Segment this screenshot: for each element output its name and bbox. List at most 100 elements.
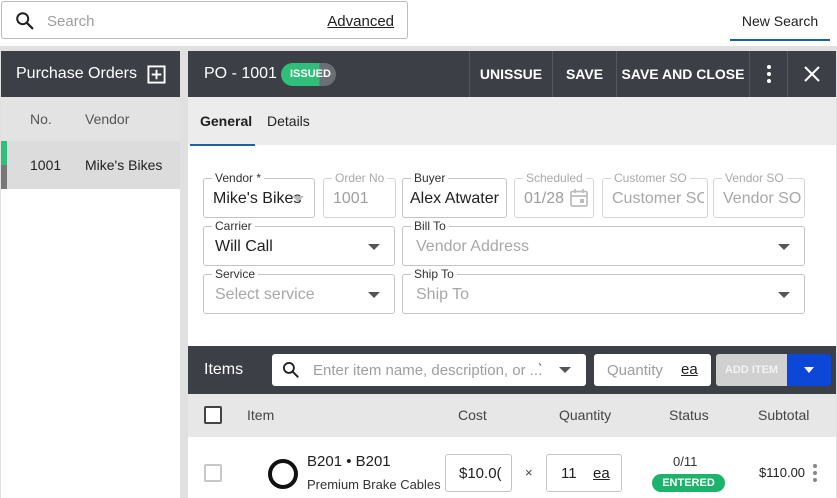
service-select[interactable]: Service Select service: [203, 268, 395, 314]
column-header-subtotal: Subtotal: [758, 407, 810, 423]
column-header-status: Status: [669, 407, 709, 423]
page-title: PO - 1001: [204, 65, 277, 82]
service-placeholder: Select service: [215, 286, 315, 303]
chevron-down-icon[interactable]: [559, 367, 571, 373]
vendor-so-field[interactable]: Vendor SO Vendor SO: [713, 172, 805, 218]
search-placeholder: Search: [47, 13, 95, 30]
chevron-down-icon: [368, 292, 380, 298]
item-search-input[interactable]: Enter item name, description, or ... `: [272, 354, 586, 386]
vendor-label: Vendor *: [212, 172, 265, 185]
row-subtotal: $110.00: [759, 465, 806, 480]
select-all-checkbox[interactable]: [204, 406, 222, 424]
received-count: 0/11: [673, 454, 698, 469]
purchase-orders-header: Purchase Orders: [1, 51, 180, 97]
column-header-vendor[interactable]: Vendor: [85, 111, 129, 127]
buyer-label: Buyer: [411, 172, 449, 185]
top-search-bar: Search Advanced New Search: [0, 0, 837, 46]
column-header-item: Item: [247, 407, 275, 423]
item-search-filter[interactable]: `: [538, 361, 542, 376]
chevron-down-icon: [778, 292, 790, 298]
column-header-no[interactable]: No.: [30, 111, 52, 127]
carrier-value: Will Call: [215, 238, 273, 255]
carrier-select[interactable]: Carrier Will Call: [203, 220, 395, 266]
selected-status-marker: [1, 141, 7, 189]
cost-value: $10.0(: [459, 465, 502, 482]
purchase-orders-title: Purchase Orders: [16, 65, 137, 82]
order-no-value: 1001: [333, 190, 369, 207]
calendar-icon[interactable]: [569, 188, 589, 208]
customer-so-field[interactable]: Customer SO Customer SO: [602, 172, 708, 218]
buyer-value: Alex Atwater: [410, 190, 499, 207]
list-item-vendor: Mike's Bikes: [85, 157, 163, 173]
ship-to-label: Ship To: [411, 268, 457, 281]
quantity-input[interactable]: Quantity ea: [594, 354, 711, 386]
add-item-menu-button[interactable]: [787, 354, 831, 386]
add-item-button[interactable]: ADD ITEM: [716, 354, 787, 386]
bill-to-placeholder: Vendor Address: [416, 238, 529, 255]
tab-details[interactable]: Details: [267, 113, 310, 129]
more-actions-button[interactable]: [749, 51, 787, 97]
table-row[interactable]: B201 • B201 Premium Brake Cables $10.0( …: [188, 437, 836, 498]
service-label: Service: [212, 268, 259, 281]
item-description: Premium Brake Cables: [307, 477, 441, 492]
detail-tabs: General Details: [188, 97, 836, 145]
unissue-button[interactable]: UNISSUE: [469, 51, 552, 97]
customer-so-label: Customer SO: [611, 172, 690, 185]
order-no-label: Order No: [332, 172, 388, 185]
item-sku[interactable]: B201 • B201: [307, 453, 391, 470]
vendor-value: Mike's Bikes: [213, 190, 301, 207]
scheduled-value: 01/28: [524, 190, 564, 207]
purchase-orders-panel: Purchase Orders No. Vendor 1001 Mike's B…: [1, 51, 180, 498]
cost-input[interactable]: $10.0(: [445, 454, 512, 492]
multiply-sign: ×: [525, 465, 533, 480]
row-quantity-unit[interactable]: ea: [593, 465, 610, 482]
close-icon: [804, 66, 820, 82]
column-header-quantity: Quantity: [559, 407, 612, 423]
items-table-header: Item Cost Quantity Status Subtotal: [188, 394, 836, 437]
row-checkbox[interactable]: [204, 464, 222, 482]
save-and-close-button[interactable]: SAVE AND CLOSE: [616, 51, 749, 97]
list-item-no: 1001: [30, 157, 62, 173]
save-button[interactable]: SAVE: [552, 51, 616, 97]
chevron-down-icon: [778, 244, 790, 250]
scheduled-label: Scheduled: [523, 172, 586, 185]
active-tab-indicator: [190, 144, 255, 146]
ship-to-placeholder: Ship To: [416, 286, 470, 303]
vendor-select[interactable]: Vendor * Mike's Bikes: [203, 172, 315, 218]
quantity-unit[interactable]: ea: [681, 361, 698, 378]
bill-to-select[interactable]: Bill To Vendor Address: [402, 220, 805, 266]
ship-to-select[interactable]: Ship To Ship To: [402, 268, 805, 314]
status-badge: ENTERED: [652, 474, 725, 492]
quantity-stepper[interactable]: 11 ea: [546, 454, 622, 492]
detail-header: PO - 1001 ISSUED UNISSUE SAVE SAVE AND C…: [188, 51, 836, 97]
purchase-order-detail: PO - 1001 ISSUED UNISSUE SAVE SAVE AND C…: [188, 51, 836, 498]
order-no-field[interactable]: Order No 1001: [323, 172, 396, 218]
chevron-down-icon: [368, 244, 380, 250]
row-quantity-value: 11: [561, 465, 577, 482]
chevron-down-icon: [292, 196, 304, 202]
more-vertical-icon[interactable]: [812, 463, 818, 483]
quantity-placeholder: Quantity: [607, 362, 663, 379]
items-toolbar: Items Enter item name, description, or .…: [188, 346, 836, 394]
global-search-input[interactable]: Search Advanced: [1, 1, 408, 39]
item-thumbnail: [268, 459, 298, 489]
more-vertical-icon: [766, 65, 771, 83]
scheduled-date-field[interactable]: Scheduled 01/28: [514, 172, 594, 218]
advanced-search-link[interactable]: Advanced: [327, 13, 394, 30]
item-search-placeholder: Enter item name, description, or ...: [313, 362, 543, 379]
bill-to-label: Bill To: [411, 220, 449, 233]
add-purchase-order-icon[interactable]: [147, 65, 166, 84]
list-item[interactable]: 1001 Mike's Bikes: [1, 141, 180, 189]
search-icon: [16, 12, 34, 30]
column-header-cost: Cost: [458, 407, 487, 423]
new-search-tab[interactable]: New Search: [730, 3, 830, 41]
items-title: Items: [204, 361, 244, 378]
search-icon: [283, 362, 299, 378]
vendor-so-placeholder: Vendor SO: [723, 190, 801, 207]
tab-general[interactable]: General: [200, 113, 252, 129]
chevron-down-icon: [804, 367, 814, 373]
status-badge: ISSUED: [281, 63, 336, 86]
close-button[interactable]: [787, 51, 836, 97]
buyer-select[interactable]: Buyer Alex Atwater: [402, 172, 507, 218]
purchase-orders-column-headers: No. Vendor: [1, 97, 180, 141]
